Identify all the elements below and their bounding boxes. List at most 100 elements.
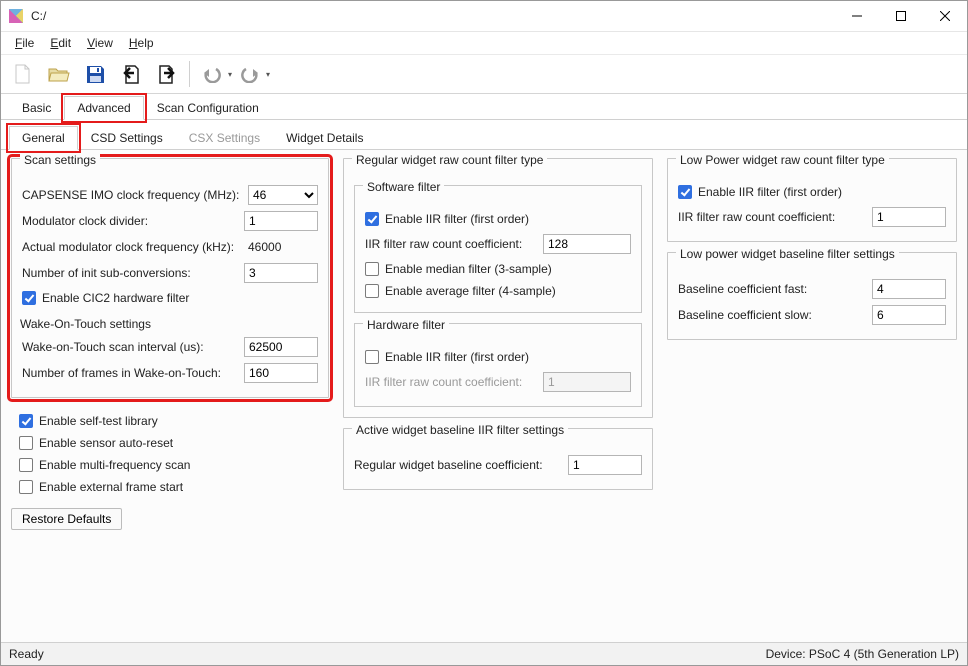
hw-iir-coeff-input: [543, 372, 631, 392]
minimize-button[interactable]: [835, 1, 879, 31]
wot-interval-input[interactable]: [244, 337, 318, 357]
lp-baseline-panel: Low power widget baseline filter setting…: [667, 252, 957, 340]
actual-freq-value: 46000: [246, 240, 318, 254]
menu-bar: File Edit View Help: [1, 32, 967, 54]
autoreset-label: Enable sensor auto-reset: [39, 436, 173, 450]
scan-settings-panel: Scan settings CAPSENSE IMO clock frequen…: [11, 158, 329, 398]
open-folder-button[interactable]: [41, 56, 77, 92]
sw-iir-coeff-label: IIR filter raw count coefficient:: [365, 237, 543, 251]
lp-iir-coeff-input[interactable]: [872, 207, 946, 227]
maximize-icon: [896, 11, 906, 21]
new-file-button[interactable]: [5, 56, 41, 92]
software-filter-panel: Software filter Enable IIR filter (first…: [354, 185, 642, 313]
selftest-checkbox[interactable]: [19, 414, 33, 428]
lp-iir-label: Enable IIR filter (first order): [698, 185, 842, 199]
cic2-checkbox[interactable]: [22, 291, 36, 305]
sw-iir-coeff-input[interactable]: [543, 234, 631, 254]
undo-button[interactable]: [194, 56, 230, 92]
hw-iir-label: Enable IIR filter (first order): [385, 350, 529, 364]
regular-filter-title: Regular widget raw count filter type: [352, 153, 547, 163]
wot-frames-label: Number of frames in Wake-on-Touch:: [22, 366, 244, 380]
actual-freq-label: Actual modulator clock frequency (kHz):: [22, 240, 246, 254]
close-button[interactable]: [923, 1, 967, 31]
lp-baseline-fast-label: Baseline coefficient fast:: [678, 282, 872, 296]
hardware-filter-panel: Hardware filter Enable IIR filter (first…: [354, 323, 642, 407]
autoreset-checkbox[interactable]: [19, 436, 33, 450]
active-baseline-title: Active widget baseline IIR filter settin…: [352, 423, 568, 433]
window-title: C:/: [31, 9, 46, 23]
hardware-filter-title: Hardware filter: [363, 318, 449, 328]
subtab-csd-settings[interactable]: CSD Settings: [78, 126, 176, 149]
status-left: Ready: [9, 647, 44, 661]
lp-baseline-slow-label: Baseline coefficient slow:: [678, 308, 872, 322]
lp-baseline-fast-input[interactable]: [872, 279, 946, 299]
imo-freq-select[interactable]: 46: [248, 185, 318, 205]
app-window: C:/ File Edit View Help: [0, 0, 968, 666]
active-baseline-panel: Active widget baseline IIR filter settin…: [343, 428, 653, 490]
lp-iir-coeff-label: IIR filter raw count coefficient:: [678, 210, 872, 224]
subtab-csx-settings: CSX Settings: [176, 126, 273, 149]
hw-iir-checkbox[interactable]: [365, 350, 379, 364]
subtab-widget-details[interactable]: Widget Details: [273, 126, 376, 149]
status-right: Device: PSoC 4 (5th Generation LP): [766, 647, 959, 661]
init-subconv-input[interactable]: [244, 263, 318, 283]
mod-div-label: Modulator clock divider:: [22, 214, 244, 228]
lp-iir-checkbox[interactable]: [678, 185, 692, 199]
avg-label: Enable average filter (4-sample): [385, 284, 556, 298]
save-icon: [84, 63, 106, 85]
wot-frames-input[interactable]: [244, 363, 318, 383]
new-file-icon: [12, 62, 34, 86]
save-button[interactable]: [77, 56, 113, 92]
cic2-label: Enable CIC2 hardware filter: [42, 291, 189, 305]
import-icon: [120, 63, 142, 85]
close-icon: [940, 11, 950, 21]
multifreq-label: Enable multi-frequency scan: [39, 458, 190, 472]
selftest-label: Enable self-test library: [39, 414, 158, 428]
imo-freq-label: CAPSENSE IMO clock frequency (MHz):: [22, 188, 248, 202]
open-folder-icon: [47, 63, 71, 85]
median-label: Enable median filter (3-sample): [385, 262, 552, 276]
toolbar: ▾ ▾: [1, 54, 967, 94]
tab-basic[interactable]: Basic: [9, 96, 64, 119]
top-tab-row: Basic Advanced Scan Configuration: [1, 96, 967, 120]
menu-help[interactable]: Help: [121, 34, 162, 52]
sw-iir-label: Enable IIR filter (first order): [385, 212, 529, 226]
import-button[interactable]: [113, 56, 149, 92]
software-filter-title: Software filter: [363, 180, 444, 190]
mod-div-input[interactable]: [244, 211, 318, 231]
avg-checkbox[interactable]: [365, 284, 379, 298]
menu-edit[interactable]: Edit: [42, 34, 79, 52]
status-bar: Ready Device: PSoC 4 (5th Generation LP): [1, 642, 967, 665]
lp-baseline-slow-input[interactable]: [872, 305, 946, 325]
export-button[interactable]: [149, 56, 185, 92]
menu-view[interactable]: View: [79, 34, 121, 52]
wot-title: Wake-On-Touch settings: [20, 317, 318, 331]
ext-frame-checkbox[interactable]: [19, 480, 33, 494]
regular-filter-panel: Regular widget raw count filter type Sof…: [343, 158, 653, 418]
minimize-icon: [852, 11, 862, 21]
restore-defaults-button[interactable]: Restore Defaults: [11, 508, 122, 530]
lp-filter-panel: Low Power widget raw count filter type E…: [667, 158, 957, 242]
redo-icon: [240, 65, 260, 83]
lp-baseline-title: Low power widget baseline filter setting…: [676, 247, 899, 257]
sub-tab-row: General CSD Settings CSX Settings Widget…: [1, 126, 967, 150]
redo-menu-arrow[interactable]: ▾: [266, 70, 270, 79]
maximize-button[interactable]: [879, 1, 923, 31]
export-icon: [156, 63, 178, 85]
lp-filter-title: Low Power widget raw count filter type: [676, 153, 889, 163]
wot-interval-label: Wake-on-Touch scan interval (us):: [22, 340, 244, 354]
reg-baseline-coeff-label: Regular widget baseline coefficient:: [354, 458, 568, 472]
median-checkbox[interactable]: [365, 262, 379, 276]
ext-frame-label: Enable external frame start: [39, 480, 183, 494]
hw-iir-coeff-label: IIR filter raw count coefficient:: [365, 375, 543, 389]
sw-iir-checkbox[interactable]: [365, 212, 379, 226]
multifreq-checkbox[interactable]: [19, 458, 33, 472]
reg-baseline-coeff-input[interactable]: [568, 455, 642, 475]
menu-file[interactable]: File: [7, 34, 42, 52]
init-subconv-label: Number of init sub-conversions:: [22, 266, 244, 280]
tab-scan-configuration[interactable]: Scan Configuration: [144, 96, 272, 119]
scan-settings-title: Scan settings: [20, 153, 100, 163]
tab-advanced[interactable]: Advanced: [64, 96, 143, 120]
subtab-general[interactable]: General: [9, 126, 78, 150]
redo-button[interactable]: [232, 56, 268, 92]
